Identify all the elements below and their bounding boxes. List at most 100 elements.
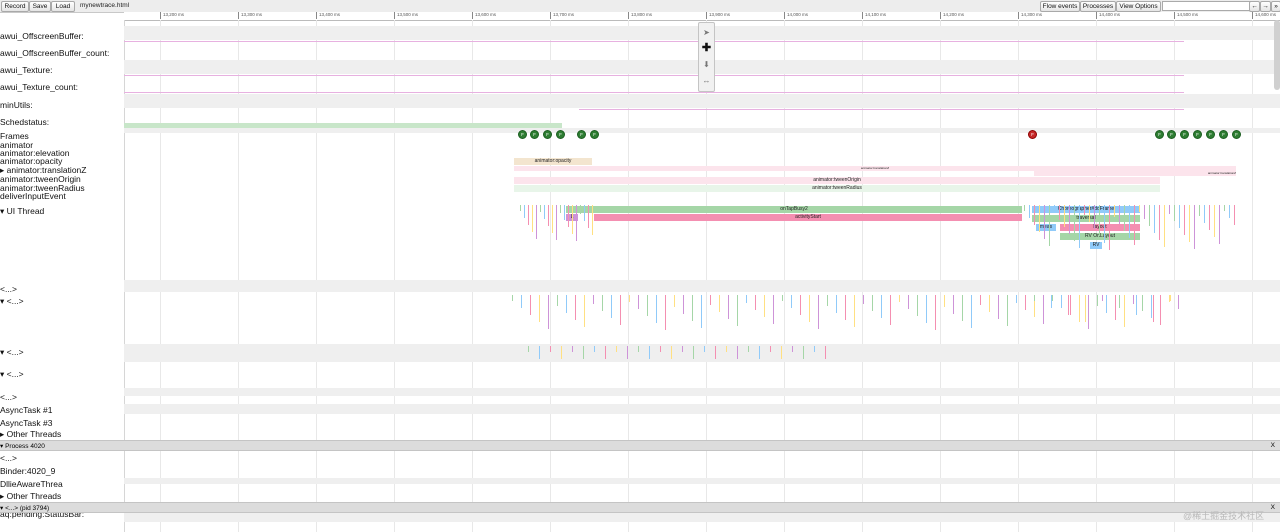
thread-slice[interactable] bbox=[1097, 295, 1098, 306]
thread-slice[interactable] bbox=[548, 295, 549, 329]
thread-slice[interactable] bbox=[781, 346, 782, 359]
prev-result-button[interactable]: ← bbox=[1249, 1, 1260, 12]
thread-slice[interactable] bbox=[1224, 205, 1225, 211]
thread-slice[interactable] bbox=[1151, 295, 1152, 318]
thread-slice[interactable] bbox=[1074, 205, 1075, 241]
thread-slice[interactable] bbox=[561, 346, 562, 359]
record-button[interactable]: Record bbox=[1, 1, 29, 12]
thread-slice[interactable] bbox=[556, 205, 557, 240]
thread-slice[interactable] bbox=[629, 295, 630, 302]
thread-slice[interactable] bbox=[1189, 205, 1190, 242]
thread-slice[interactable] bbox=[1178, 295, 1179, 309]
slice-ontapbusy[interactable]: onTapBusy2 bbox=[566, 206, 1022, 213]
thread-slice[interactable] bbox=[1234, 205, 1235, 225]
thread-slice[interactable] bbox=[1029, 205, 1030, 218]
next-result-button[interactable]: → bbox=[1260, 1, 1271, 12]
thread-slice[interactable] bbox=[726, 346, 727, 352]
thread-slice[interactable] bbox=[710, 295, 711, 305]
thread-slice[interactable] bbox=[1184, 205, 1185, 235]
frame-good-marker[interactable]: F bbox=[1232, 130, 1241, 139]
thread-slice[interactable] bbox=[881, 295, 882, 318]
thread-slice[interactable] bbox=[1159, 205, 1160, 240]
thread-slice[interactable] bbox=[1214, 205, 1215, 237]
thread-slice[interactable] bbox=[863, 295, 864, 304]
thread-slice[interactable] bbox=[602, 295, 603, 311]
thread-slice[interactable] bbox=[568, 205, 569, 227]
thread-slice[interactable] bbox=[665, 295, 666, 330]
load-button[interactable]: Load bbox=[51, 1, 75, 12]
frame-good-marker[interactable]: F bbox=[543, 130, 552, 139]
slice-activitystart[interactable]: activityStart bbox=[594, 214, 1022, 221]
thread-slice[interactable] bbox=[540, 205, 541, 212]
thread-slice[interactable] bbox=[792, 346, 793, 352]
thread-slice[interactable] bbox=[576, 205, 577, 241]
thread-slice[interactable] bbox=[1051, 295, 1052, 308]
thread-slice[interactable] bbox=[746, 295, 747, 303]
thread-slice[interactable] bbox=[512, 295, 513, 301]
thread-slice[interactable] bbox=[890, 295, 891, 325]
frame-good-marker[interactable]: F bbox=[1193, 130, 1202, 139]
thread-slice[interactable] bbox=[627, 346, 628, 359]
frame-janky-marker[interactable]: F bbox=[1028, 130, 1037, 139]
thread-slice[interactable] bbox=[557, 295, 558, 306]
thread-slice[interactable] bbox=[1136, 295, 1137, 315]
thread-slice[interactable] bbox=[701, 295, 702, 328]
thread-slice[interactable] bbox=[592, 205, 593, 235]
timing-tool-icon[interactable]: ↔ bbox=[700, 74, 713, 87]
thread-slice[interactable] bbox=[998, 295, 999, 319]
thread-slice[interactable] bbox=[1052, 295, 1053, 301]
thread-slice[interactable] bbox=[660, 346, 661, 352]
thread-slice[interactable] bbox=[854, 295, 855, 327]
thread-slice[interactable] bbox=[532, 205, 533, 232]
schedstatus-bar[interactable] bbox=[124, 123, 562, 128]
track-label[interactable]: ▸ Other Threads bbox=[0, 430, 61, 439]
vertical-scrollbar[interactable] bbox=[1274, 20, 1280, 90]
thread-slice[interactable] bbox=[575, 295, 576, 320]
thread-slice[interactable] bbox=[1102, 295, 1103, 301]
thread-slice[interactable] bbox=[674, 295, 675, 307]
view-options-button[interactable]: View Options bbox=[1116, 1, 1161, 12]
thread-slice[interactable] bbox=[1170, 295, 1171, 301]
thread-slice[interactable] bbox=[536, 205, 537, 239]
thread-slice[interactable] bbox=[1129, 205, 1130, 238]
thread-slice[interactable] bbox=[1079, 295, 1080, 322]
thread-slice[interactable] bbox=[1194, 205, 1195, 249]
thread-slice[interactable] bbox=[620, 295, 621, 325]
thread-slice[interactable] bbox=[548, 205, 549, 226]
thread-slice[interactable] bbox=[1119, 295, 1120, 308]
more-button[interactable]: » bbox=[1271, 1, 1280, 12]
process-3794-close-icon[interactable]: X bbox=[1271, 503, 1275, 512]
thread-slice[interactable] bbox=[917, 295, 918, 316]
thread-slice[interactable] bbox=[572, 205, 573, 234]
thread-slice[interactable] bbox=[759, 346, 760, 359]
thread-slice[interactable] bbox=[683, 295, 684, 314]
thread-slice[interactable] bbox=[572, 346, 573, 352]
thread-slice[interactable] bbox=[1119, 205, 1120, 224]
thread-slice[interactable] bbox=[1139, 205, 1140, 212]
thread-slice[interactable] bbox=[584, 205, 585, 221]
thread-slice[interactable] bbox=[671, 346, 672, 359]
thread-slice[interactable] bbox=[1154, 205, 1155, 233]
thread-slice[interactable] bbox=[827, 295, 828, 306]
thread-slice[interactable] bbox=[1115, 295, 1116, 320]
search-input[interactable] bbox=[1162, 1, 1252, 11]
thread-slice[interactable] bbox=[935, 295, 936, 330]
thread-slice[interactable] bbox=[584, 295, 585, 327]
thread-slice[interactable] bbox=[1070, 295, 1071, 315]
thread-slice[interactable] bbox=[1133, 295, 1134, 304]
thread-slice[interactable] bbox=[814, 346, 815, 352]
thread-slice[interactable] bbox=[616, 346, 617, 352]
thread-slice[interactable] bbox=[1164, 205, 1165, 247]
thread-slice[interactable] bbox=[649, 346, 650, 359]
frame-good-marker[interactable]: F bbox=[1155, 130, 1164, 139]
thread-slice[interactable] bbox=[1124, 205, 1125, 231]
frame-good-marker[interactable]: F bbox=[577, 130, 586, 139]
thread-slice[interactable] bbox=[764, 295, 765, 317]
thread-slice[interactable] bbox=[737, 346, 738, 359]
thread-slice[interactable] bbox=[583, 346, 584, 359]
thread-slice[interactable] bbox=[1160, 295, 1161, 325]
frame-good-marker[interactable]: F bbox=[590, 130, 599, 139]
thread-slice[interactable] bbox=[715, 346, 716, 359]
thread-slice[interactable] bbox=[552, 205, 553, 233]
thread-slice[interactable] bbox=[989, 295, 990, 312]
